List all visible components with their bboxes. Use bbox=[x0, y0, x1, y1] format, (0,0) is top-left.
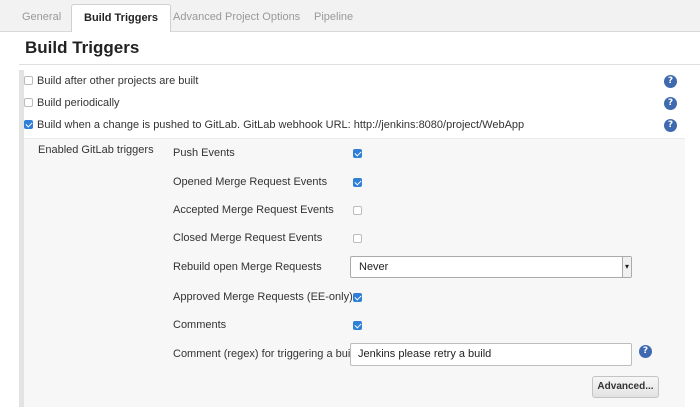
trigger-row-periodically: Build periodically ? bbox=[24, 92, 700, 113]
accepted-mr-events-label: Accepted Merge Request Events bbox=[173, 204, 334, 216]
title-divider bbox=[19, 64, 700, 65]
section-title: Build Triggers bbox=[25, 38, 140, 57]
question-mark-icon[interactable]: ? bbox=[639, 345, 652, 358]
question-mark-icon[interactable]: ? bbox=[664, 75, 677, 88]
build-periodically-label[interactable]: Build periodically bbox=[37, 97, 120, 109]
tab-bar: General Build Triggers Advanced Project … bbox=[0, 0, 700, 33]
build-triggers-panel: Build Triggers Build after other project… bbox=[5, 32, 700, 407]
trigger-row-gitlab-push: Build when a change is pushed to GitLab.… bbox=[24, 114, 700, 135]
build-after-other-projects-checkbox[interactable] bbox=[24, 76, 33, 85]
approved-mr-label: Approved Merge Requests (EE-only) bbox=[173, 291, 353, 303]
question-mark-icon[interactable]: ? bbox=[664, 119, 677, 132]
accepted-mr-events-checkbox[interactable] bbox=[353, 206, 362, 215]
tab-pipeline[interactable]: Pipeline bbox=[302, 4, 365, 32]
tab-build-triggers[interactable]: Build Triggers bbox=[71, 4, 171, 33]
enabled-gitlab-triggers-label: Enabled GitLab triggers bbox=[38, 144, 154, 156]
advanced-button[interactable]: Advanced... bbox=[592, 376, 659, 398]
comment-regex-label: Comment (regex) for triggering a build bbox=[173, 348, 359, 360]
trigger-row-after-other-projects: Build after other projects are built ? bbox=[24, 70, 700, 91]
push-events-checkbox[interactable] bbox=[353, 149, 362, 158]
approved-mr-checkbox[interactable] bbox=[353, 293, 362, 302]
opened-mr-events-label: Opened Merge Request Events bbox=[173, 176, 328, 188]
closed-mr-events-label: Closed Merge Request Events bbox=[173, 232, 323, 244]
comments-checkbox[interactable] bbox=[353, 321, 362, 330]
comment-regex-input[interactable]: Jenkins please retry a build bbox=[350, 343, 632, 366]
build-on-gitlab-push-checkbox[interactable] bbox=[24, 120, 33, 129]
push-events-label: Push Events bbox=[173, 147, 235, 159]
build-after-other-projects-label[interactable]: Build after other projects are built bbox=[37, 75, 198, 87]
chevron-down-icon[interactable]: ▾ bbox=[622, 257, 631, 277]
rebuild-open-mr-value: Never bbox=[359, 261, 389, 273]
rebuild-open-mr-label: Rebuild open Merge Requests bbox=[173, 261, 322, 273]
rebuild-open-mr-select[interactable]: Never ▾ bbox=[350, 256, 632, 278]
question-mark-icon[interactable]: ? bbox=[664, 97, 677, 110]
comments-label: Comments bbox=[173, 319, 227, 331]
opened-mr-events-checkbox[interactable] bbox=[353, 178, 362, 187]
build-periodically-checkbox[interactable] bbox=[24, 98, 33, 107]
build-on-gitlab-push-label[interactable]: Build when a change is pushed to GitLab.… bbox=[37, 119, 524, 131]
tab-general[interactable]: General bbox=[10, 4, 73, 32]
tab-advanced-project-options[interactable]: Advanced Project Options bbox=[161, 4, 312, 32]
closed-mr-events-checkbox[interactable] bbox=[353, 234, 362, 243]
